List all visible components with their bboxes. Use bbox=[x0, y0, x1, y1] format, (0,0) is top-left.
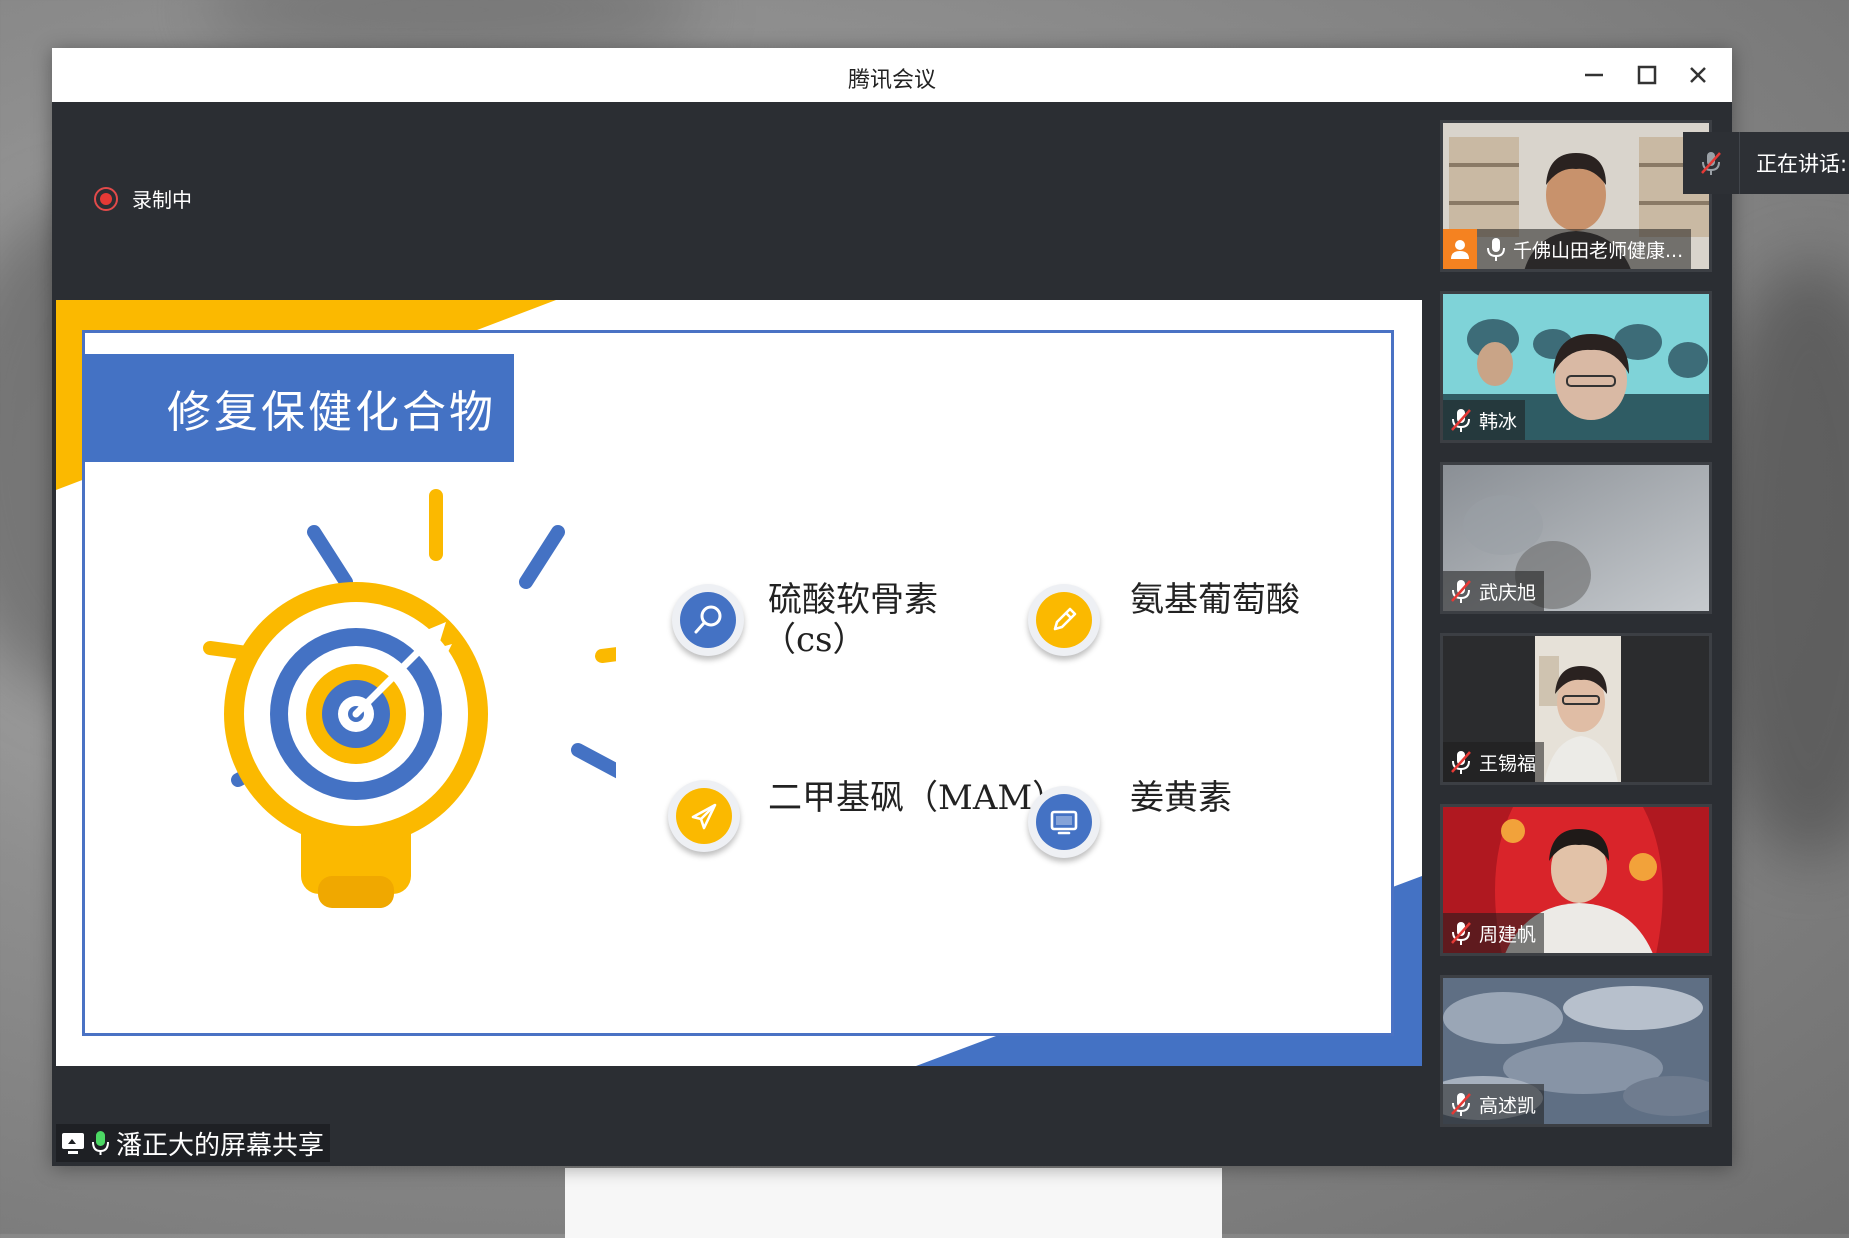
speaking-indicator[interactable]: 正在讲话: bbox=[1683, 132, 1849, 194]
participant-name: 高述凯 bbox=[1479, 1094, 1537, 1117]
microphone-muted-icon bbox=[1451, 751, 1471, 774]
microphone-icon bbox=[92, 1131, 109, 1155]
participant-label: 高述凯 bbox=[1443, 1084, 1545, 1124]
participant-name: 周建帆 bbox=[1479, 923, 1537, 946]
item-name-2: 氨基葡萄酸 bbox=[1130, 580, 1300, 620]
participant-tile[interactable]: 武庆旭 bbox=[1440, 462, 1712, 614]
microphone-muted-icon bbox=[1451, 922, 1471, 945]
microphone-muted-icon bbox=[1451, 409, 1471, 432]
item-text-1: 硫酸软骨素 （cs） bbox=[762, 580, 938, 660]
participant-name: 王锡福 bbox=[1479, 752, 1537, 775]
speaking-mic-area bbox=[1683, 132, 1740, 194]
recording-label: 录制中 bbox=[132, 188, 192, 212]
minimize-icon bbox=[1585, 73, 1603, 77]
participant-label: 韩冰 bbox=[1443, 400, 1526, 440]
shared-screen-area[interactable]: 录制中 修复保健化合物 硫酸软骨素 （cs） 氨基葡萄酸 二甲基砜（MAM） 姜… bbox=[56, 104, 1422, 1158]
item-text-4: 姜黄素 bbox=[1130, 778, 1232, 818]
maximize-icon bbox=[1637, 65, 1657, 85]
participant-label: 周建帆 bbox=[1443, 913, 1545, 953]
item-sub-1: （cs） bbox=[762, 620, 867, 660]
maximize-button[interactable] bbox=[1626, 56, 1666, 94]
item-name-3: 二甲基砜（MAM） bbox=[768, 778, 1067, 818]
participant-tile[interactable]: 韩冰 bbox=[1440, 291, 1712, 443]
screen-share-name: 潘正大的屏幕共享 bbox=[116, 1130, 325, 1161]
paper-plane-icon bbox=[691, 803, 717, 830]
item-icon-3 bbox=[668, 780, 740, 852]
participant-tile[interactable]: 高述凯 bbox=[1440, 975, 1712, 1127]
microphone-muted-icon bbox=[1451, 580, 1471, 603]
close-icon bbox=[1690, 67, 1706, 83]
meeting-window: 腾讯会议 录制中 修复保健化合物 硫酸软骨素 （cs） 氨基葡萄酸 二甲基砜（M… bbox=[52, 48, 1732, 1166]
record-icon bbox=[94, 186, 118, 211]
recording-indicator[interactable]: 录制中 bbox=[94, 184, 192, 213]
participant-label: 武庆旭 bbox=[1443, 571, 1545, 611]
monitor-icon bbox=[1050, 810, 1078, 835]
window-title: 腾讯会议 bbox=[847, 68, 936, 93]
host-avatar-icon bbox=[1443, 229, 1477, 269]
microphone-muted-icon bbox=[1701, 152, 1721, 175]
close-button[interactable] bbox=[1678, 56, 1718, 94]
slide-heading-text: 修复保健化合物 bbox=[167, 387, 496, 438]
item-text-3: 二甲基砜（MAM） bbox=[768, 778, 1066, 818]
item-name-1: 硫酸软骨素 bbox=[768, 580, 938, 620]
item-text-2: 氨基葡萄酸 bbox=[1130, 580, 1300, 620]
participant-label: 王锡福 bbox=[1443, 742, 1545, 782]
pencil-icon bbox=[1053, 607, 1077, 631]
participant-name: 武庆旭 bbox=[1479, 581, 1537, 604]
minimize-button[interactable] bbox=[1574, 56, 1614, 94]
participant-sidebar: 千佛山田老师健康... 韩冰 武庆旭 王锡福 周建帆 高述凯 bbox=[1422, 104, 1728, 1158]
item-icon-2 bbox=[1028, 584, 1100, 656]
title-bar: 腾讯会议 bbox=[52, 48, 1732, 102]
item-icon-4 bbox=[1028, 786, 1100, 858]
screen-share-icon bbox=[62, 1133, 84, 1154]
search-icon bbox=[694, 605, 722, 634]
microphone-muted-icon bbox=[1451, 1093, 1471, 1116]
screen-share-label: 潘正大的屏幕共享 bbox=[56, 1124, 331, 1162]
background-panel bbox=[565, 1168, 1222, 1238]
item-name-4: 姜黄素 bbox=[1130, 778, 1232, 818]
participant-tile[interactable]: 王锡福 bbox=[1440, 633, 1712, 785]
presentation-slide: 修复保健化合物 硫酸软骨素 （cs） 氨基葡萄酸 二甲基砜（MAM） 姜黄素 bbox=[56, 300, 1422, 1066]
participant-tile[interactable]: 周建帆 bbox=[1440, 804, 1712, 956]
lightbulb-target-icon bbox=[203, 489, 616, 908]
slide-heading: 修复保健化合物 bbox=[82, 354, 514, 462]
item-icon-1 bbox=[672, 584, 744, 656]
participant-name: 千佛山田老师健康... bbox=[1513, 239, 1684, 262]
participant-label: 千佛山田老师健康... bbox=[1443, 229, 1692, 269]
speaking-label: 正在讲话: bbox=[1756, 152, 1848, 176]
participant-name: 韩冰 bbox=[1479, 410, 1518, 433]
microphone-icon bbox=[1487, 238, 1505, 261]
participant-tile[interactable]: 千佛山田老师健康... bbox=[1440, 120, 1712, 272]
